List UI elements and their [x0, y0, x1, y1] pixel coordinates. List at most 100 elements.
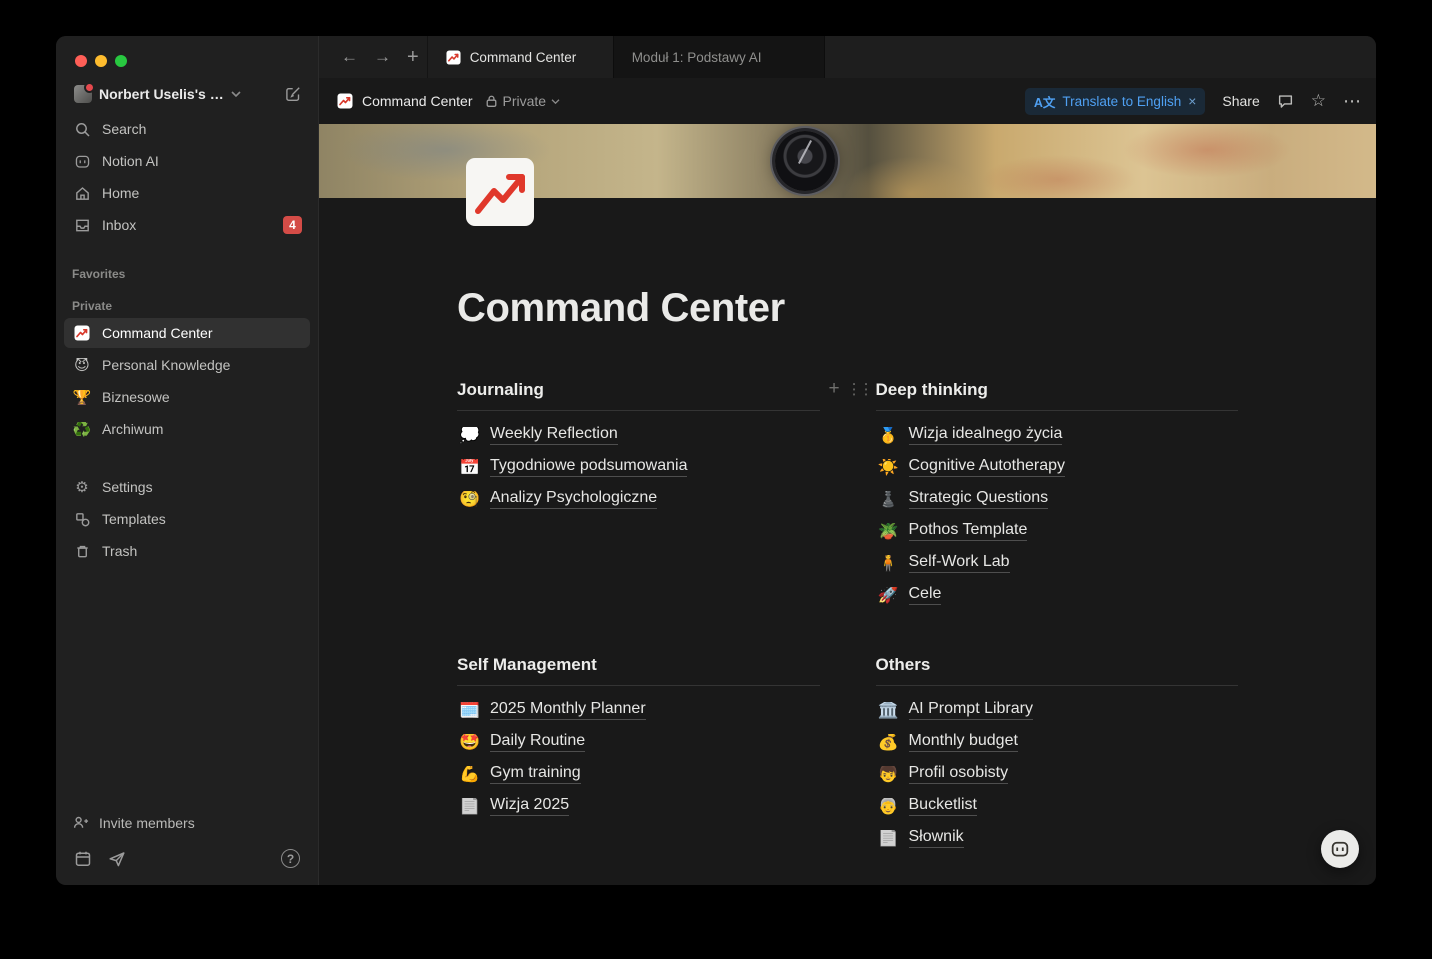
- page-link-bucketlist[interactable]: 👵 Bucketlist: [876, 790, 1239, 822]
- translate-label: Translate to English: [1062, 93, 1182, 109]
- comments-icon[interactable]: [1277, 93, 1294, 110]
- section-others: Others 🏛️ AI Prompt Library 💰 Monthly bu…: [875, 653, 1239, 854]
- page-link-cognitive-autotherapy[interactable]: ☀️ Cognitive Autotherapy: [876, 451, 1239, 483]
- page-link-wizja-2025[interactable]: 📄 Wizja 2025: [457, 790, 820, 822]
- sidebar-item-settings[interactable]: ⚙ Settings: [64, 472, 310, 502]
- notion-ai-fab-button[interactable]: [1321, 830, 1359, 868]
- sidebar: Norbert Uselis's … Search Notion AI Home…: [56, 36, 319, 885]
- section-heading[interactable]: Journaling: [457, 378, 820, 411]
- page-scroll-area[interactable]: Command Center Journaling 💭 Weekly Refle…: [319, 124, 1376, 885]
- notion-ai-face-icon: [1330, 839, 1350, 859]
- add-block-icon[interactable]: +: [829, 379, 840, 398]
- paper-plane-icon[interactable]: [108, 850, 126, 868]
- sidebar-item-command-center[interactable]: Command Center: [64, 318, 310, 348]
- compass-image: [775, 131, 836, 191]
- section-heading[interactable]: Self Management: [457, 653, 820, 686]
- invite-members-label: Invite members: [99, 814, 195, 831]
- tab-label: Command Center: [469, 49, 577, 65]
- page-header: Command Center Private A文 Translate to E…: [319, 78, 1376, 124]
- old-woman-emoji-icon: 👵: [877, 797, 899, 815]
- tab-command-center[interactable]: Command Center: [426, 36, 613, 78]
- forward-icon[interactable]: →: [366, 36, 399, 78]
- monocle-face-emoji-icon: 🧐: [459, 490, 480, 508]
- page-link-pothos-template[interactable]: 🪴 Pothos Template: [876, 515, 1239, 547]
- breadcrumb[interactable]: Command Center: [337, 93, 473, 109]
- sidebar-item-inbox[interactable]: Inbox 4: [64, 210, 310, 240]
- sidebar-item-templates[interactable]: Templates: [64, 504, 310, 534]
- minimize-window-button[interactable]: [95, 55, 107, 67]
- chart-increasing-icon: [446, 49, 461, 65]
- chevron-down-icon: [231, 90, 241, 98]
- sidebar-item-label: Settings: [102, 479, 153, 495]
- drag-handle-icon[interactable]: ⋮⋮: [847, 380, 874, 398]
- invite-members-button[interactable]: Invite members: [64, 808, 310, 837]
- sidebar-item-notion-ai[interactable]: Notion AI: [64, 146, 310, 176]
- inbox-badge: 4: [283, 216, 302, 234]
- trash-icon: [72, 543, 92, 560]
- classical-building-emoji-icon: 🏛️: [877, 701, 899, 719]
- sidebar-item-label: Home: [102, 185, 140, 201]
- header-actions: A文 Translate to English × Share ☆ ⋯: [1024, 87, 1362, 115]
- page-link-monthly-budget[interactable]: 💰 Monthly budget: [876, 726, 1239, 758]
- more-options-icon[interactable]: ⋯: [1343, 91, 1362, 112]
- page-link-gym-training[interactable]: 💪 Gym training: [457, 758, 820, 790]
- sidebar-item-home[interactable]: Home: [64, 178, 310, 208]
- section-self-management: Self Management 🗓️ 2025 Monthly Planner …: [457, 653, 820, 854]
- calendar-emoji-icon: 📅: [459, 458, 480, 476]
- page-link-self-work-lab[interactable]: 🧍 Self-Work Lab: [876, 547, 1239, 579]
- new-tab-icon[interactable]: +: [399, 36, 427, 78]
- page-title[interactable]: Command Center: [457, 284, 1238, 332]
- sidebar-item-label: Inbox: [102, 217, 137, 233]
- zoom-window-button[interactable]: [115, 55, 127, 67]
- document-page-icon: 📄: [459, 797, 480, 815]
- page-icon-chart-increasing[interactable]: [464, 156, 536, 228]
- notion-calendar-icon[interactable]: [74, 850, 92, 868]
- page-link-ai-prompt-library[interactable]: 🏛️ AI Prompt Library: [876, 694, 1239, 726]
- sidebar-item-trash[interactable]: Trash: [64, 536, 310, 566]
- star-struck-emoji-icon: 🤩: [459, 733, 480, 751]
- sidebar-item-personal-knowledge[interactable]: 😈 Personal Knowledge: [64, 350, 310, 380]
- home-icon: [72, 185, 92, 202]
- favorites-section-label[interactable]: Favorites: [72, 267, 302, 281]
- privacy-selector[interactable]: Private: [485, 93, 561, 109]
- close-icon[interactable]: ×: [1188, 93, 1196, 109]
- tab-bar: ← → + Command Center Moduł 1: Podstawy A…: [319, 36, 1376, 78]
- help-icon[interactable]: ?: [281, 849, 300, 868]
- search-icon: [72, 121, 92, 138]
- sidebar-item-label: Archiwum: [102, 421, 164, 437]
- workspace-switcher[interactable]: Norbert Uselis's …: [68, 81, 308, 107]
- page-link-tygodniowe-podsumowania[interactable]: 📅 Tygodniowe podsumowania: [457, 451, 820, 483]
- sidebar-item-label: Command Center: [102, 325, 213, 341]
- page-link-analizy-psychologiczne[interactable]: 🧐 Analizy Psychologiczne: [457, 483, 820, 515]
- tab-modul-1-podstawy-ai[interactable]: Moduł 1: Podstawy AI: [612, 36, 825, 78]
- page-link-slownik[interactable]: 📄 Słownik: [876, 822, 1239, 854]
- sidebar-footer: ?: [56, 843, 318, 885]
- potted-plant-emoji-icon: 🪴: [877, 522, 899, 540]
- close-window-button[interactable]: [75, 55, 87, 67]
- page-link-profil-osobisty[interactable]: 👦 Profil osobisty: [876, 758, 1239, 790]
- person-standing-emoji-icon: 🧍: [877, 554, 899, 572]
- sidebar-item-label: Biznesowe: [102, 389, 170, 405]
- sidebar-item-label: Notion AI: [102, 153, 159, 169]
- page-link-cele[interactable]: 🚀 Cele: [876, 579, 1239, 611]
- favorite-star-icon[interactable]: ☆: [1311, 91, 1326, 111]
- section-heading[interactable]: Others: [875, 653, 1238, 686]
- page-link-wizja-idealnego-zycia[interactable]: 🥇 Wizja idealnego życia: [876, 419, 1239, 451]
- back-icon[interactable]: ←: [319, 36, 366, 78]
- page-link-weekly-reflection[interactable]: 💭 Weekly Reflection: [457, 419, 820, 451]
- translate-banner[interactable]: A文 Translate to English ×: [1024, 87, 1206, 115]
- compose-icon[interactable]: [284, 85, 302, 103]
- page-body: Command Center Journaling 💭 Weekly Refle…: [457, 156, 1238, 885]
- private-section-label[interactable]: Private: [72, 299, 302, 313]
- share-button[interactable]: Share: [1222, 93, 1259, 109]
- sidebar-item-search[interactable]: Search: [64, 114, 310, 144]
- tab-label: Moduł 1: Podstawy AI: [631, 49, 762, 65]
- sidebar-item-biznesowe[interactable]: 🏆 Biznesowe: [64, 382, 310, 412]
- sidebar-item-archiwum[interactable]: ♻️ Archiwum: [64, 414, 310, 444]
- section-heading[interactable]: Deep thinking: [875, 378, 1238, 411]
- page-link-daily-routine[interactable]: 🤩 Daily Routine: [457, 726, 820, 758]
- page-link-strategic-questions[interactable]: ♟️ Strategic Questions: [876, 483, 1239, 515]
- sidebar-item-label: Personal Knowledge: [102, 357, 231, 373]
- page-link-2025-monthly-planner[interactable]: 🗓️ 2025 Monthly Planner: [457, 694, 820, 726]
- thought-balloon-emoji-icon: 💭: [459, 426, 480, 444]
